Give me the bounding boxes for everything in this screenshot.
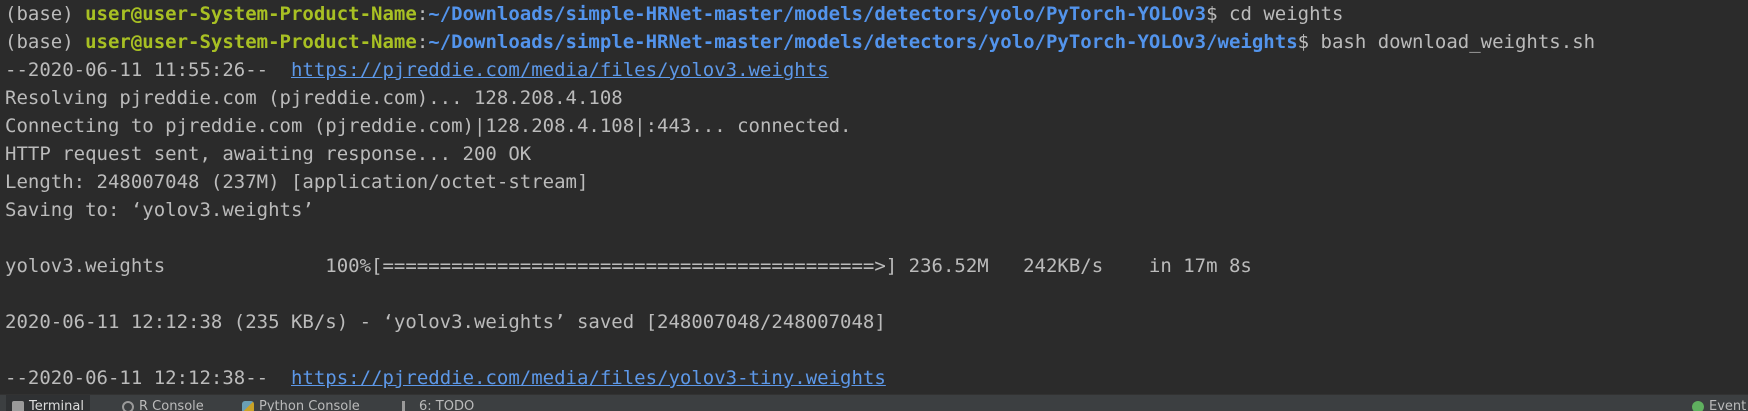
download-url-link[interactable]: https://pjreddie.com/media/files/yolov3-… xyxy=(291,367,886,389)
output-line: HTTP request sent, awaiting response... … xyxy=(5,143,532,165)
terminal-output[interactable]: (base) user@user-System-Product-Name:~/D… xyxy=(0,0,1748,394)
output-line: Connecting to pjreddie.com (pjreddie.com… xyxy=(5,115,852,137)
progress-line: yolov3.weights 100%[====================… xyxy=(5,255,1252,277)
prompt-separator: : xyxy=(416,31,429,53)
prompt-symbol: $ xyxy=(1206,3,1230,25)
output-line: 2020-06-11 12:12:38 (235 KB/s) - ‘yolov3… xyxy=(5,311,886,333)
command-text: bash download_weights.sh xyxy=(1320,31,1596,53)
output-line: --2020-06-11 12:12:38-- https://pjreddie… xyxy=(0,364,1748,392)
tab-label: Python Console xyxy=(259,399,360,411)
prompt-user: user@user-System-Product-Name xyxy=(85,3,417,25)
tab-r-console[interactable]: R Console xyxy=(122,395,204,411)
prompt-path: ~/Downloads/simple-HRNet-master/models/d… xyxy=(428,3,1207,25)
output-text: --2020-06-11 11:55:26-- xyxy=(5,59,291,81)
tool-window-bar: Terminal R Console Python Console 6: TOD… xyxy=(0,394,1748,411)
prompt-separator: : xyxy=(416,3,429,25)
output-line: Saving to: ‘yolov3.weights’ xyxy=(5,199,314,221)
download-url-link[interactable]: https://pjreddie.com/media/files/yolov3.… xyxy=(291,59,829,81)
output-line: --2020-06-11 11:55:26-- https://pjreddie… xyxy=(0,56,1748,84)
tab-terminal[interactable]: Terminal xyxy=(6,395,90,411)
tab-label: Terminal xyxy=(29,399,84,411)
prompt-path: ~/Downloads/simple-HRNet-master/models/d… xyxy=(428,31,1298,53)
output-text: --2020-06-11 12:12:38-- xyxy=(5,367,291,389)
prompt-line: (base) user@user-System-Product-Name:~/D… xyxy=(0,0,1748,28)
tab-label: 6: TODO xyxy=(419,399,475,411)
output-line: Resolving pjreddie.com (pjreddie.com)...… xyxy=(5,87,623,109)
tab-label: R Console xyxy=(139,399,204,411)
prompt-symbol: $ xyxy=(1297,31,1321,53)
tab-python-console[interactable]: Python Console xyxy=(242,395,360,411)
output-line: Length: 248007048 (237M) [application/oc… xyxy=(5,171,589,193)
tab-todo[interactable]: 6: TODO xyxy=(402,395,474,411)
tab-label: Event xyxy=(1709,399,1747,411)
prompt-line: (base) user@user-System-Product-Name:~/D… xyxy=(0,28,1748,56)
conda-env: (base) xyxy=(5,31,86,53)
command-text: cd weights xyxy=(1229,3,1344,25)
event-log-button[interactable]: Event xyxy=(1692,395,1746,411)
conda-env: (base) xyxy=(5,3,86,25)
prompt-user: user@user-System-Product-Name xyxy=(85,31,417,53)
